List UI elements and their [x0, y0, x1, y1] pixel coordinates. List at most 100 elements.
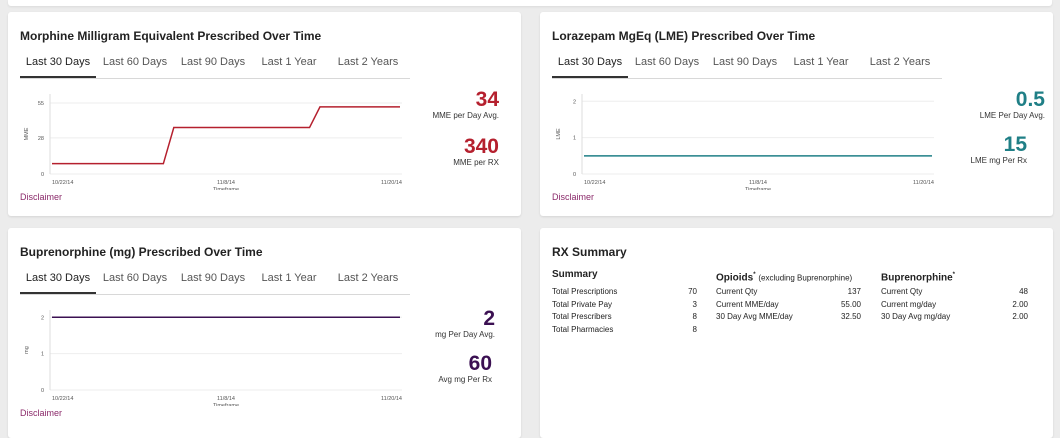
line-chart-svg: 0 1 2 mg 10/22/14 11/8/14 11/20/14 Timeframe [24, 310, 402, 409]
row-label: Current Qty [881, 287, 923, 296]
tab-last-1-year[interactable]: Last 1 Year [784, 51, 858, 78]
lme-avg-value: 0.5 [1015, 88, 1045, 111]
y-tick-label: 2 [573, 99, 576, 105]
y-tick-label: 0 [41, 172, 44, 178]
bup-avg-value: 2 [483, 307, 495, 330]
mme-title: Morphine Milligram Equivalent Prescribed… [20, 29, 322, 43]
tab-last-60-days[interactable]: Last 60 Days [96, 51, 174, 78]
tab-last-60-days[interactable]: Last 60 Days [628, 51, 706, 78]
opioids-row: Current MME/day 55.00 [716, 299, 861, 312]
disclaimer-link[interactable]: Disclaimer [552, 192, 594, 202]
tab-last-60-days[interactable]: Last 60 Days [96, 267, 174, 294]
row-label: 30 Day Avg MME/day [716, 312, 793, 321]
tab-last-30-days[interactable]: Last 30 Days [20, 267, 96, 294]
mme-chart: 0 28 55 MME 10/22/14 11/8/14 11/20/14 Timeframe [20, 90, 410, 195]
buprenorphine-heading-text: Buprenorphine [881, 272, 953, 284]
row-value: 8 [692, 324, 697, 334]
lme-title: Lorazepam MgEq (LME) Prescribed Over Tim… [552, 29, 816, 43]
bup-title: Buprenorphine (mg) Prescribed Over Time [20, 245, 263, 259]
row-label: Current MME/day [716, 299, 779, 309]
opioids-row: Current Qty 137 [716, 286, 861, 299]
x-tick-label: 10/22/14 [52, 180, 73, 186]
disclaimer-link[interactable]: Disclaimer [20, 192, 62, 202]
row-label: 30 Day Avg mg/day [881, 312, 951, 321]
x-tick-label: 10/22/14 [584, 180, 605, 186]
buprenorphine-row: Current mg/day 2.00 [881, 299, 1028, 312]
opioids-heading-text: Opioids [716, 272, 754, 284]
x-tick-label: 11/20/14 [913, 180, 934, 186]
tab-last-2-years[interactable]: Last 2 Years [326, 267, 410, 294]
tab-last-2-years[interactable]: Last 2 Years [326, 51, 410, 78]
lme-card: Lorazepam MgEq (LME) Prescribed Over Tim… [540, 12, 1053, 216]
bup-avg-stat: 2 mg Per Day Avg. [435, 307, 495, 340]
tab-last-90-days[interactable]: Last 90 Days [174, 51, 252, 78]
row-label: Total Prescribers [552, 312, 612, 321]
bup-rx-label: Avg mg Per Rx [438, 375, 492, 384]
opioids-subheading: (excluding Buprenorphine) [758, 273, 853, 283]
footnote-mark: * [753, 272, 756, 278]
tab-last-30-days[interactable]: Last 30 Days [20, 51, 96, 78]
row-value: 2.00 [1012, 312, 1028, 321]
lme-avg-label: LME Per Day Avg. [979, 111, 1045, 120]
y-axis-label: mg [24, 346, 30, 354]
line-chart-svg: 0 1 2 LME 10/22/14 11/8/14 11/20/14 Timeframe [556, 94, 934, 193]
row-label: Total Pharmacies [552, 324, 614, 334]
summary-row: Total Prescribers 8 [552, 311, 697, 324]
rx-summary-title: RX Summary [552, 245, 627, 259]
buprenorphine-heading: Buprenorphine* [881, 268, 1028, 286]
summary-row: Total Pharmacies 8 [552, 324, 697, 337]
y-tick-label: 55 [38, 101, 44, 107]
lme-chart: 0 1 2 LME 10/22/14 11/8/14 11/20/14 Timeframe [552, 90, 942, 195]
mme-rx-value: 340 [463, 135, 499, 158]
row-label: Total Prescriptions [552, 287, 618, 296]
bup-card: Buprenorphine (mg) Prescribed Over Time … [8, 228, 521, 438]
series-line [52, 106, 400, 165]
y-axis-label: MME [24, 127, 30, 140]
x-tick-label: 11/8/14 [217, 396, 235, 402]
row-value: 3 [692, 299, 697, 309]
row-label: Current mg/day [881, 299, 937, 309]
tab-last-30-days[interactable]: Last 30 Days [552, 51, 628, 78]
y-tick-label: 0 [41, 388, 44, 394]
buprenorphine-column: Buprenorphine* Current Qty 48 Current mg/… [881, 268, 1028, 324]
mme-avg-value: 34 [475, 88, 499, 111]
y-tick-label: 2 [41, 315, 44, 321]
x-axis-label: Timeframe [213, 403, 239, 406]
footnote-mark: * [952, 272, 956, 278]
lme-avg-stat: 0.5 LME Per Day Avg. [979, 88, 1045, 121]
mme-timeframe-tabs: Last 30 Days Last 60 Days Last 90 Days L… [20, 51, 410, 79]
summary-column: Summary Total Prescriptions 70 Total Priv… [552, 268, 697, 336]
line-chart-svg: 0 28 55 MME 10/22/14 11/8/14 11/20/14 Timeframe [24, 94, 402, 193]
row-value: 137 [847, 287, 861, 296]
lme-rx-value: 15 [1003, 133, 1027, 156]
tab-last-1-year[interactable]: Last 1 Year [252, 51, 326, 78]
bup-timeframe-tabs: Last 30 Days Last 60 Days Last 90 Days L… [20, 267, 410, 295]
tab-last-1-year[interactable]: Last 1 Year [252, 267, 326, 294]
lme-rx-label: LME mg Per Rx [970, 156, 1027, 165]
bup-avg-label: mg Per Day Avg. [435, 330, 495, 339]
y-axis-label: LME [556, 128, 562, 140]
bup-rx-value: 60 [468, 352, 492, 375]
buprenorphine-row: Current Qty 48 [881, 286, 1028, 299]
lme-rx-stat: 15 LME mg Per Rx [970, 133, 1027, 166]
opioids-row: 30 Day Avg MME/day 32.50 [716, 311, 861, 324]
buprenorphine-row: 30 Day Avg mg/day 2.00 [881, 311, 1028, 324]
y-tick-label: 28 [38, 136, 44, 142]
x-tick-label: 11/8/14 [217, 180, 235, 186]
x-axis-label: Timeframe [213, 187, 239, 190]
y-tick-label: 1 [41, 352, 44, 358]
mme-avg-stat: 34 MME per Day Avg. [432, 88, 499, 121]
tab-last-90-days[interactable]: Last 90 Days [706, 51, 784, 78]
mme-avg-label: MME per Day Avg. [432, 111, 499, 120]
disclaimer-link[interactable]: Disclaimer [20, 408, 62, 418]
summary-row: Total Prescriptions 70 [552, 286, 697, 299]
tab-last-2-years[interactable]: Last 2 Years [858, 51, 942, 78]
x-tick-label: 11/8/14 [749, 180, 767, 186]
y-tick-label: 0 [573, 172, 576, 178]
rx-summary-card: RX Summary Summary Total Prescriptions 70… [540, 228, 1053, 438]
tab-last-90-days[interactable]: Last 90 Days [174, 267, 252, 294]
summary-heading: Summary [552, 269, 598, 280]
row-value: 32.50 [840, 312, 861, 321]
lme-timeframe-tabs: Last 30 Days Last 60 Days Last 90 Days L… [552, 51, 942, 79]
x-tick-label: 11/20/14 [381, 396, 402, 402]
